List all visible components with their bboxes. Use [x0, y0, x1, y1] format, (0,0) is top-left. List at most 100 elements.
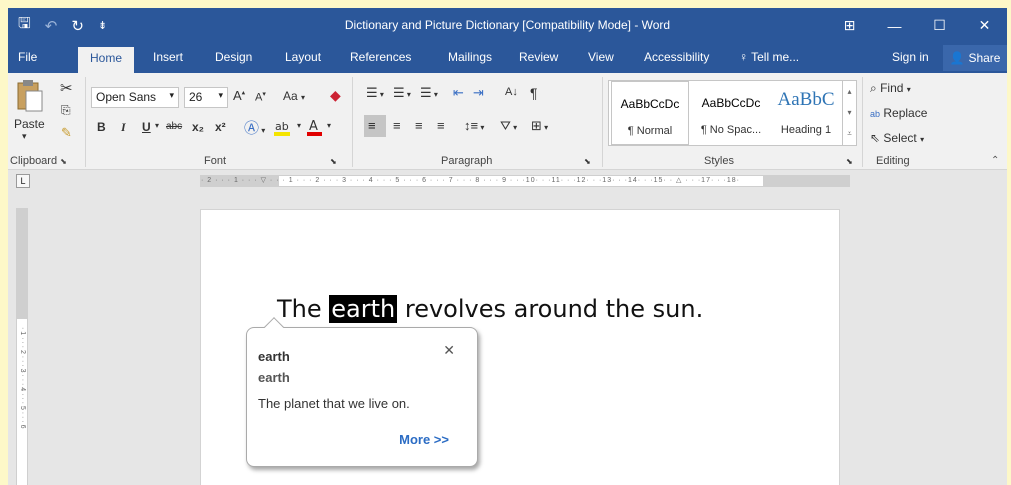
paste-button[interactable]: Paste	[14, 117, 45, 131]
group-divider	[85, 77, 86, 167]
tab-home[interactable]: Home	[78, 47, 135, 73]
select-button[interactable]: ⇖ Select ▾	[870, 131, 924, 145]
tell-me-box[interactable]: ♀ Tell me...	[739, 50, 799, 64]
tab-view[interactable]: View	[588, 50, 614, 64]
maximize-button[interactable]: ☐	[917, 8, 962, 43]
title-bar: 🖫 ↶ ↻ ⇟ Dictionary and Picture Dictionar…	[8, 8, 1007, 43]
underline-dropdown-icon[interactable]: ▾	[155, 121, 159, 130]
ribbon-display-options-icon[interactable]: ⊞	[827, 8, 872, 43]
horizontal-ruler[interactable]: · 2 · · · 1 · · · ▽ · · · 1 · · · 2 · · …	[200, 175, 850, 187]
bullets-icon[interactable]: ☰ ▾	[366, 85, 384, 101]
change-case-button[interactable]: Aa ▾	[283, 89, 305, 103]
svg-text:ab: ab	[275, 120, 289, 133]
styles-dialog-launcher-icon[interactable]: ⬊	[846, 157, 853, 166]
paste-icon[interactable]	[14, 79, 44, 113]
shrink-font-button[interactable]: A▾	[255, 90, 266, 104]
style-heading-1[interactable]: AaBbC Heading 1	[771, 81, 841, 145]
line-spacing-icon[interactable]: ↕≡ ▾	[464, 118, 484, 133]
highlight-dropdown-icon[interactable]: ▾	[297, 121, 301, 130]
tab-insert[interactable]: Insert	[153, 50, 183, 64]
font-color-icon[interactable]: A	[306, 117, 324, 140]
style-normal[interactable]: AaBbCcDc ¶ Normal	[611, 81, 689, 145]
decrease-indent-icon[interactable]: ⇤	[453, 85, 464, 101]
vertical-ruler[interactable]: · 1 · · · 2 · · · 3 · · · 4 · · · 5 · · …	[16, 208, 28, 485]
chevron-down-icon: ▾	[218, 90, 223, 100]
cursor-icon: ⇖	[870, 131, 881, 145]
show-formatting-marks-icon[interactable]: ¶	[530, 85, 538, 101]
more-styles-icon[interactable]: ⩡	[843, 123, 856, 144]
selected-word[interactable]: earth	[329, 295, 398, 323]
clear-formatting-icon[interactable]: ◆	[330, 87, 341, 104]
tab-accessibility[interactable]: Accessibility	[644, 50, 709, 64]
grow-font-button[interactable]: A▴	[233, 88, 245, 103]
clipboard-group-label: Clipboard ⬊	[10, 155, 67, 167]
sort-icon[interactable]: A↓	[505, 86, 518, 98]
numbering-icon[interactable]: ☰ ▾	[393, 85, 411, 101]
superscript-button[interactable]: x²	[215, 120, 226, 134]
scroll-down-icon[interactable]: ▾	[843, 102, 856, 123]
scroll-up-icon[interactable]: ▴	[843, 81, 856, 102]
borders-icon[interactable]: ⊞ ▾	[531, 118, 548, 134]
font-color-dropdown-icon[interactable]: ▾	[327, 121, 331, 130]
group-divider	[602, 77, 603, 167]
tab-selector[interactable]: L	[16, 174, 30, 188]
cut-icon[interactable]: ✂	[60, 79, 73, 97]
tab-review[interactable]: Review	[519, 50, 558, 64]
increase-indent-icon[interactable]: ⇥	[473, 85, 484, 101]
font-dialog-launcher-icon[interactable]: ⬊	[330, 157, 337, 166]
chevron-down-icon: ▾	[169, 90, 174, 100]
style-no-spacing[interactable]: AaBbCcDc ¶ No Spac...	[691, 81, 771, 145]
collapse-ribbon-icon[interactable]: ⌃	[991, 155, 999, 166]
close-icon[interactable]: ✕	[443, 342, 455, 359]
subscript-button[interactable]: x₂	[192, 120, 204, 134]
ruler-ticks: · 2 · · · 1 · · · ▽ · · · 1 · · · 2 · · …	[201, 177, 740, 184]
text-effects-icon[interactable]: Ⓐ ▾	[244, 117, 265, 138]
align-left-button[interactable]: ≡	[364, 115, 386, 137]
replace-icon: ab	[870, 109, 881, 119]
tab-mailings[interactable]: Mailings	[448, 50, 492, 64]
multilevel-list-icon[interactable]: ☰ ▾	[420, 85, 438, 101]
styles-group-label: Styles	[704, 155, 734, 167]
editing-group-label: Editing	[876, 155, 910, 167]
replace-button[interactable]: ab Replace	[870, 106, 927, 120]
popup-headword: earth	[258, 370, 290, 385]
highlight-color-icon[interactable]: ab	[273, 117, 295, 140]
dialog-launcher-icon[interactable]: ⬊	[60, 157, 67, 166]
copy-icon[interactable]: ⎘	[61, 103, 71, 118]
dictionary-popup: ✕ earth earth The planet that we live on…	[246, 317, 478, 467]
align-right-icon[interactable]: ≡	[415, 118, 423, 133]
italic-button[interactable]: I	[121, 120, 126, 135]
find-button[interactable]: ⌕ Find ▾	[870, 81, 911, 96]
text-run: The	[277, 295, 330, 323]
styles-scroll[interactable]: ▴ ▾ ⩡	[842, 81, 856, 145]
tab-design[interactable]: Design	[215, 50, 252, 64]
tab-file[interactable]: File	[18, 50, 37, 64]
font-size-field[interactable]: 26 ▾	[184, 87, 228, 108]
right-margin-shade	[763, 176, 849, 186]
strikethrough-button[interactable]: abc	[166, 121, 182, 132]
share-button[interactable]: 👤 Share	[943, 45, 1007, 71]
format-painter-icon[interactable]: ✎	[61, 125, 72, 141]
close-button[interactable]: ✕	[962, 8, 1007, 43]
person-icon: 👤	[949, 51, 965, 65]
align-center-icon[interactable]: ≡	[393, 118, 401, 133]
minimize-button[interactable]: —	[872, 8, 917, 43]
magnifier-icon: ⌕	[870, 81, 877, 95]
underline-button[interactable]: U	[142, 120, 151, 134]
group-divider	[352, 77, 353, 167]
bold-button[interactable]: B	[97, 120, 106, 134]
sign-in-link[interactable]: Sign in	[892, 50, 929, 64]
tab-references[interactable]: References	[350, 50, 411, 64]
font-name-field[interactable]: Open Sans ▾	[91, 87, 179, 108]
style-name: Heading 1	[780, 124, 832, 136]
popup-word: earth	[258, 349, 290, 364]
paste-dropdown-icon[interactable]: ▾	[22, 131, 27, 142]
paragraph-dialog-launcher-icon[interactable]: ⬊	[584, 157, 591, 166]
more-link[interactable]: More >>	[399, 432, 449, 447]
shading-icon[interactable]: ⛛ ▾	[500, 118, 517, 134]
style-name: ¶ Normal	[627, 125, 673, 137]
tab-layout[interactable]: Layout	[285, 50, 321, 64]
document-sentence[interactable]: The earth revolves around the sun.	[277, 295, 703, 323]
justify-icon[interactable]: ≡	[437, 118, 445, 133]
popup-definition: The planet that we live on.	[258, 396, 410, 411]
